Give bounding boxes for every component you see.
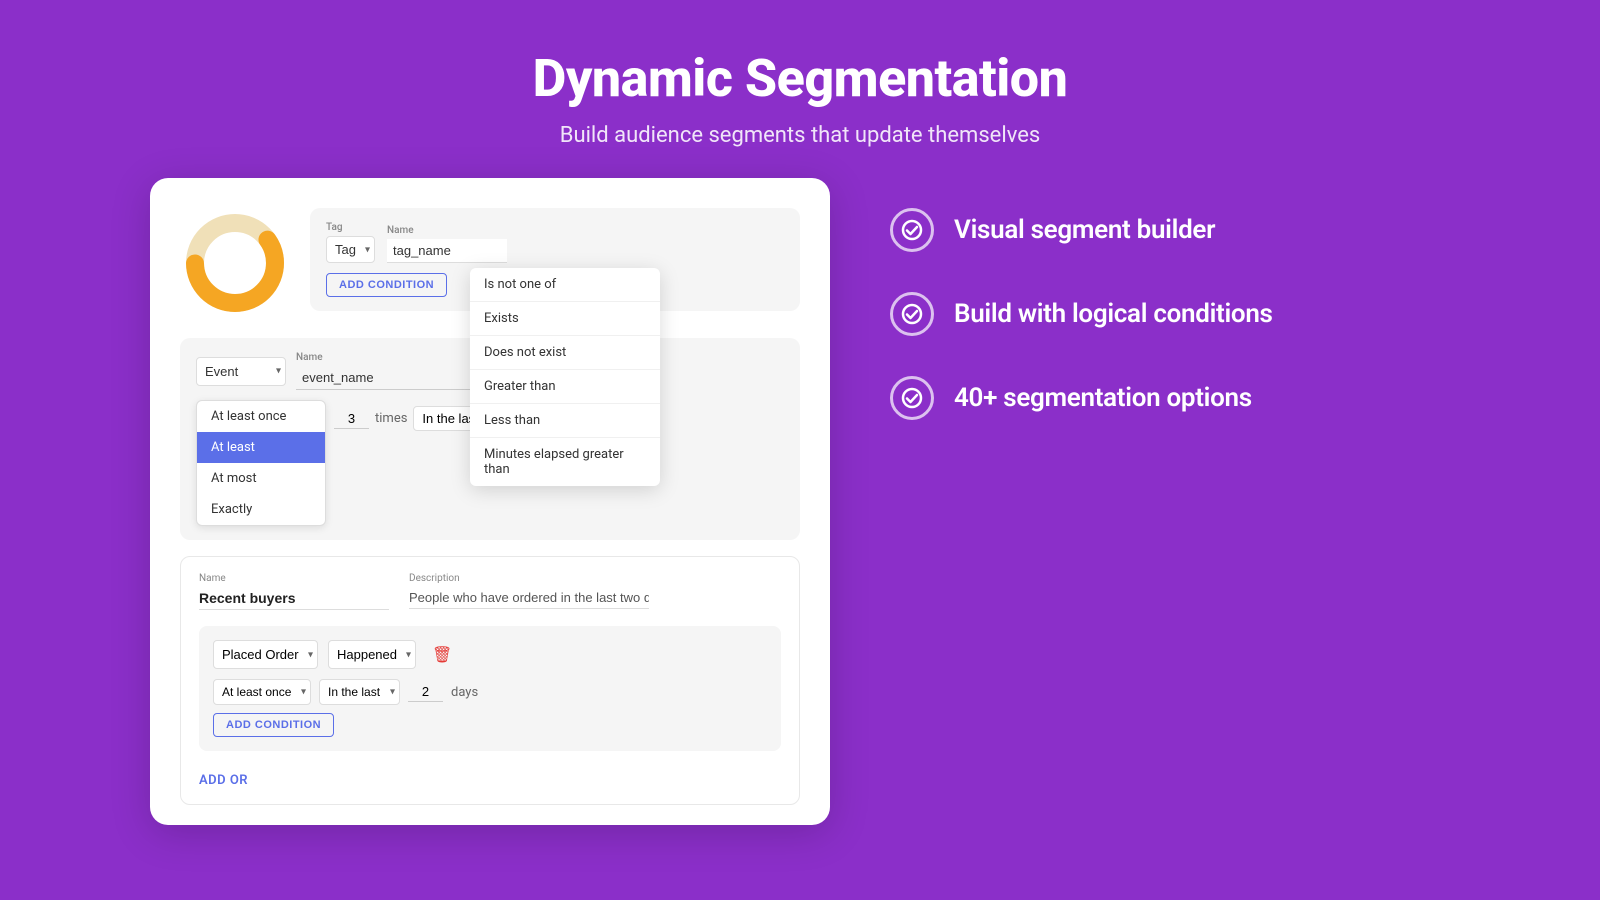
at-least-once-wrapper[interactable]: At least once bbox=[213, 679, 311, 705]
happened2-wrapper[interactable]: Happened bbox=[328, 640, 416, 669]
donut-chart bbox=[180, 208, 290, 318]
placed-order-row2: At least once In the last days bbox=[213, 679, 767, 705]
dropdown-item-is-not-one-of[interactable]: Is not one of bbox=[470, 268, 660, 302]
segment-section: Name Description Placed Order bbox=[180, 556, 800, 805]
tag-label: Tag bbox=[326, 222, 375, 233]
freq-item-at-most[interactable]: At most bbox=[197, 463, 325, 494]
feature-item-2: 40+ segmentation options bbox=[890, 376, 1450, 420]
main-content: Tag Tag Name ADD CONDITION bbox=[150, 178, 1450, 825]
num-days-input[interactable] bbox=[408, 682, 443, 702]
name-label: Name bbox=[387, 225, 507, 236]
segment-builder-card: Tag Tag Name ADD CONDITION bbox=[150, 178, 830, 825]
event-name-input[interactable] bbox=[296, 366, 484, 390]
feature-text-2: 40+ segmentation options bbox=[954, 383, 1252, 413]
name-input[interactable] bbox=[387, 239, 507, 263]
segment-name-row: Name Description bbox=[199, 573, 781, 610]
add-or-link[interactable]: ADD OR bbox=[199, 773, 248, 788]
dropdown-item-less-than[interactable]: Less than bbox=[470, 404, 660, 438]
tag-select-wrapper[interactable]: Tag bbox=[326, 236, 375, 263]
event-name-label: Name bbox=[296, 352, 484, 363]
times-input[interactable] bbox=[334, 409, 369, 429]
feature-item-1: Build with logical conditions bbox=[890, 292, 1450, 336]
event-type-select[interactable]: Event bbox=[196, 357, 286, 386]
name-field-group: Name bbox=[387, 225, 507, 263]
days-label2: days bbox=[451, 685, 478, 700]
placed-order-select[interactable]: Placed Order bbox=[213, 640, 318, 669]
feature-item-0: Visual segment builder bbox=[890, 208, 1450, 252]
dropdown-item-does-not-exist[interactable]: Does not exist bbox=[470, 336, 660, 370]
check-circle-0 bbox=[890, 208, 934, 252]
tag-field-group: Tag Tag bbox=[326, 222, 375, 263]
dropdown-item-exists[interactable]: Exists bbox=[470, 302, 660, 336]
freq-item-at-least[interactable]: At least bbox=[197, 432, 325, 463]
frequency-dropdown: At least once At least At most Exactly bbox=[196, 400, 326, 526]
card-top-section: Tag Tag Name ADD CONDITION bbox=[180, 208, 800, 318]
seg-name-label: Name bbox=[199, 573, 389, 584]
check-circle-2 bbox=[890, 376, 934, 420]
add-condition-top-button[interactable]: ADD CONDITION bbox=[326, 273, 447, 297]
in-last-select[interactable]: In the last bbox=[319, 679, 400, 705]
times-label: times bbox=[375, 411, 407, 426]
placed-order-row1: Placed Order Happened 🗑 bbox=[213, 640, 767, 669]
features-list: Visual segment builder Build with logica… bbox=[890, 178, 1450, 420]
check-circle-1 bbox=[890, 292, 934, 336]
seg-name-group: Name bbox=[199, 573, 389, 610]
at-least-once-select[interactable]: At least once bbox=[213, 679, 311, 705]
dropdown-item-greater-than[interactable]: Greater than bbox=[470, 370, 660, 404]
freq-item-at-least-once[interactable]: At least once bbox=[197, 401, 325, 432]
page-title: Dynamic Segmentation bbox=[533, 48, 1068, 109]
placed-order-wrapper[interactable]: Placed Order bbox=[213, 640, 318, 669]
segment-desc-input[interactable] bbox=[409, 587, 649, 609]
page-header: Dynamic Segmentation Build audience segm… bbox=[533, 0, 1068, 148]
tag-row: Tag Tag Name bbox=[326, 222, 784, 263]
segment-name-input[interactable] bbox=[199, 587, 389, 610]
freq-item-exactly[interactable]: Exactly bbox=[197, 494, 325, 525]
seg-desc-group: Description bbox=[409, 573, 649, 610]
tag-select[interactable]: Tag bbox=[326, 236, 375, 263]
page-subtitle: Build audience segments that update them… bbox=[533, 123, 1068, 148]
feature-text-0: Visual segment builder bbox=[954, 215, 1215, 245]
seg-desc-label: Description bbox=[409, 573, 649, 584]
in-last-wrapper[interactable]: In the last bbox=[319, 679, 400, 705]
event-type-wrapper[interactable]: Event bbox=[196, 357, 286, 386]
dropdown-item-minutes-elapsed[interactable]: Minutes elapsed greater than bbox=[470, 438, 660, 486]
dropdown-menu: Is not one of Exists Does not exist Grea… bbox=[470, 268, 660, 486]
placed-order-section: Placed Order Happened 🗑 At least once bbox=[199, 626, 781, 751]
add-condition-button[interactable]: ADD CONDITION bbox=[213, 713, 334, 737]
delete-placed-order-button[interactable]: 🗑 bbox=[426, 643, 458, 667]
feature-text-1: Build with logical conditions bbox=[954, 299, 1273, 329]
event-name-group: Name bbox=[296, 352, 484, 390]
happened2-select[interactable]: Happened bbox=[328, 640, 416, 669]
